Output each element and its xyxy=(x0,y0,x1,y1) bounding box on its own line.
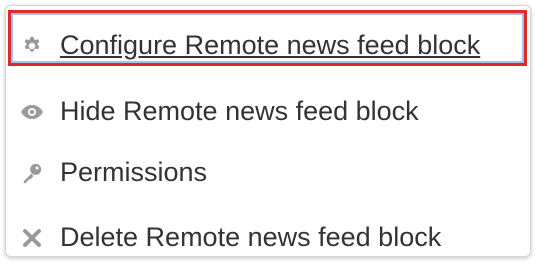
menu-item-label: Delete Remote news feed block xyxy=(60,222,442,252)
block-actions-menu: Configure Remote news feed block Hide Re… xyxy=(5,5,531,257)
gear-icon xyxy=(18,32,46,60)
menu-item-permissions[interactable]: Permissions xyxy=(18,157,207,188)
menu-item-label: Hide Remote news feed block xyxy=(60,96,419,126)
menu-item-hide[interactable]: Hide Remote news feed block xyxy=(18,96,419,127)
key-icon xyxy=(18,159,46,187)
menu-item-label: Configure Remote news feed block xyxy=(60,30,481,60)
menu-item-delete[interactable]: Delete Remote news feed block xyxy=(18,222,441,253)
close-icon xyxy=(18,224,46,252)
menu-item-configure[interactable]: Configure Remote news feed block xyxy=(18,30,480,61)
menu-item-label: Permissions xyxy=(60,157,208,187)
eye-icon xyxy=(18,98,46,126)
